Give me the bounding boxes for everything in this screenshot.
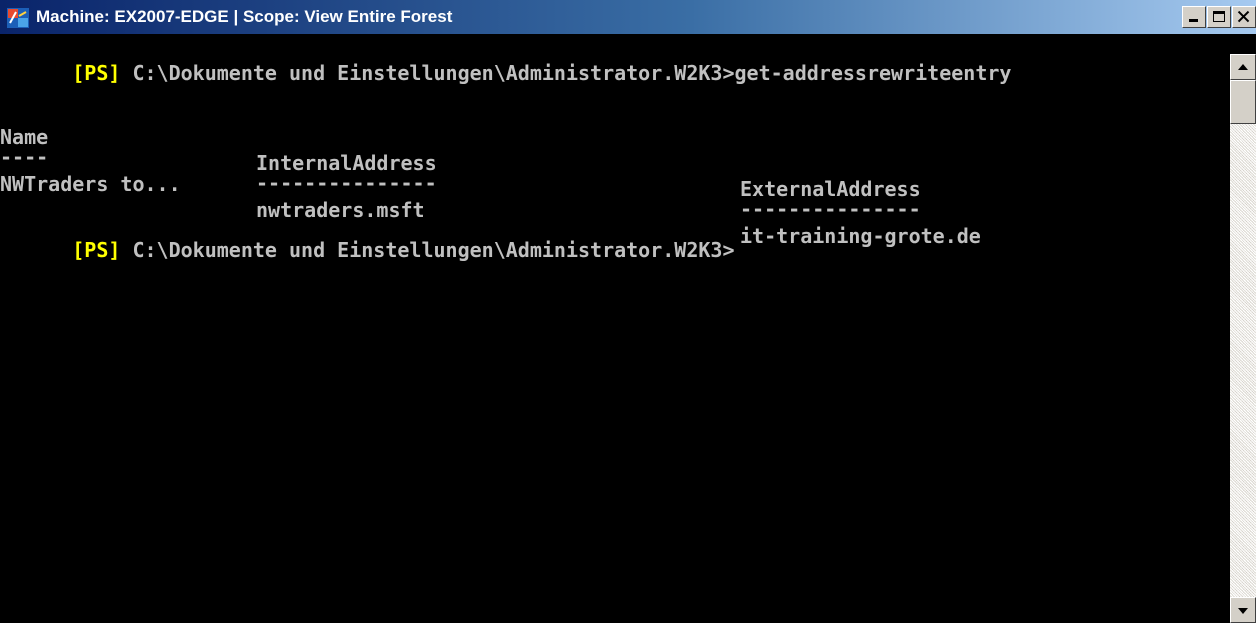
prompt-prefix: [PS] [72,238,121,262]
maximize-button[interactable] [1207,6,1231,28]
prompt-prefix: [PS] [72,61,121,85]
exchange-shell-icon [7,8,29,28]
vertical-scrollbar[interactable] [1230,54,1256,623]
prompt-path: C:\Dokumente und Einstellungen\Administr… [120,238,735,262]
close-icon [1237,10,1250,23]
scroll-down-button[interactable] [1230,597,1256,623]
prompt-line: [PS] C:\Dokumente und Einstellungen\Admi… [0,211,734,262]
table-row: NWTraders to... nwtraders.msft it-traini… [0,145,1230,248]
command-text: get-addressrewriteentry [734,61,1012,85]
command-line: [PS] C:\Dokumente und Einstellungen\Admi… [0,34,1011,85]
minimize-icon [1189,19,1198,22]
column-underline-internal-address: --------------- [256,171,437,195]
cell-external-address: it-training-grote.de [740,224,981,248]
powershell-window: Machine: EX2007-EDGE | Scope: View Entir… [0,0,1256,623]
cell-name: NWTraders to... [0,172,181,196]
caption-buttons [1182,6,1256,28]
arrow-down-icon [1238,608,1248,614]
column-underline-external-address: --------------- [740,197,921,221]
title-bar[interactable]: Machine: EX2007-EDGE | Scope: View Entir… [0,0,1256,34]
scroll-thumb[interactable] [1230,80,1256,124]
arrow-up-icon [1238,64,1248,70]
maximize-icon [1213,11,1225,22]
prompt-path: C:\Dokumente und Einstellungen\Administr… [120,61,735,85]
scroll-up-button[interactable] [1230,54,1256,80]
minimize-button[interactable] [1182,6,1206,28]
console-output[interactable]: [PS] C:\Dokumente und Einstellungen\Admi… [0,34,1230,623]
close-button[interactable] [1232,6,1256,28]
window-title: Machine: EX2007-EDGE | Scope: View Entir… [36,7,453,26]
table-underline-row: ---- --------------- --------------- [0,118,1230,221]
